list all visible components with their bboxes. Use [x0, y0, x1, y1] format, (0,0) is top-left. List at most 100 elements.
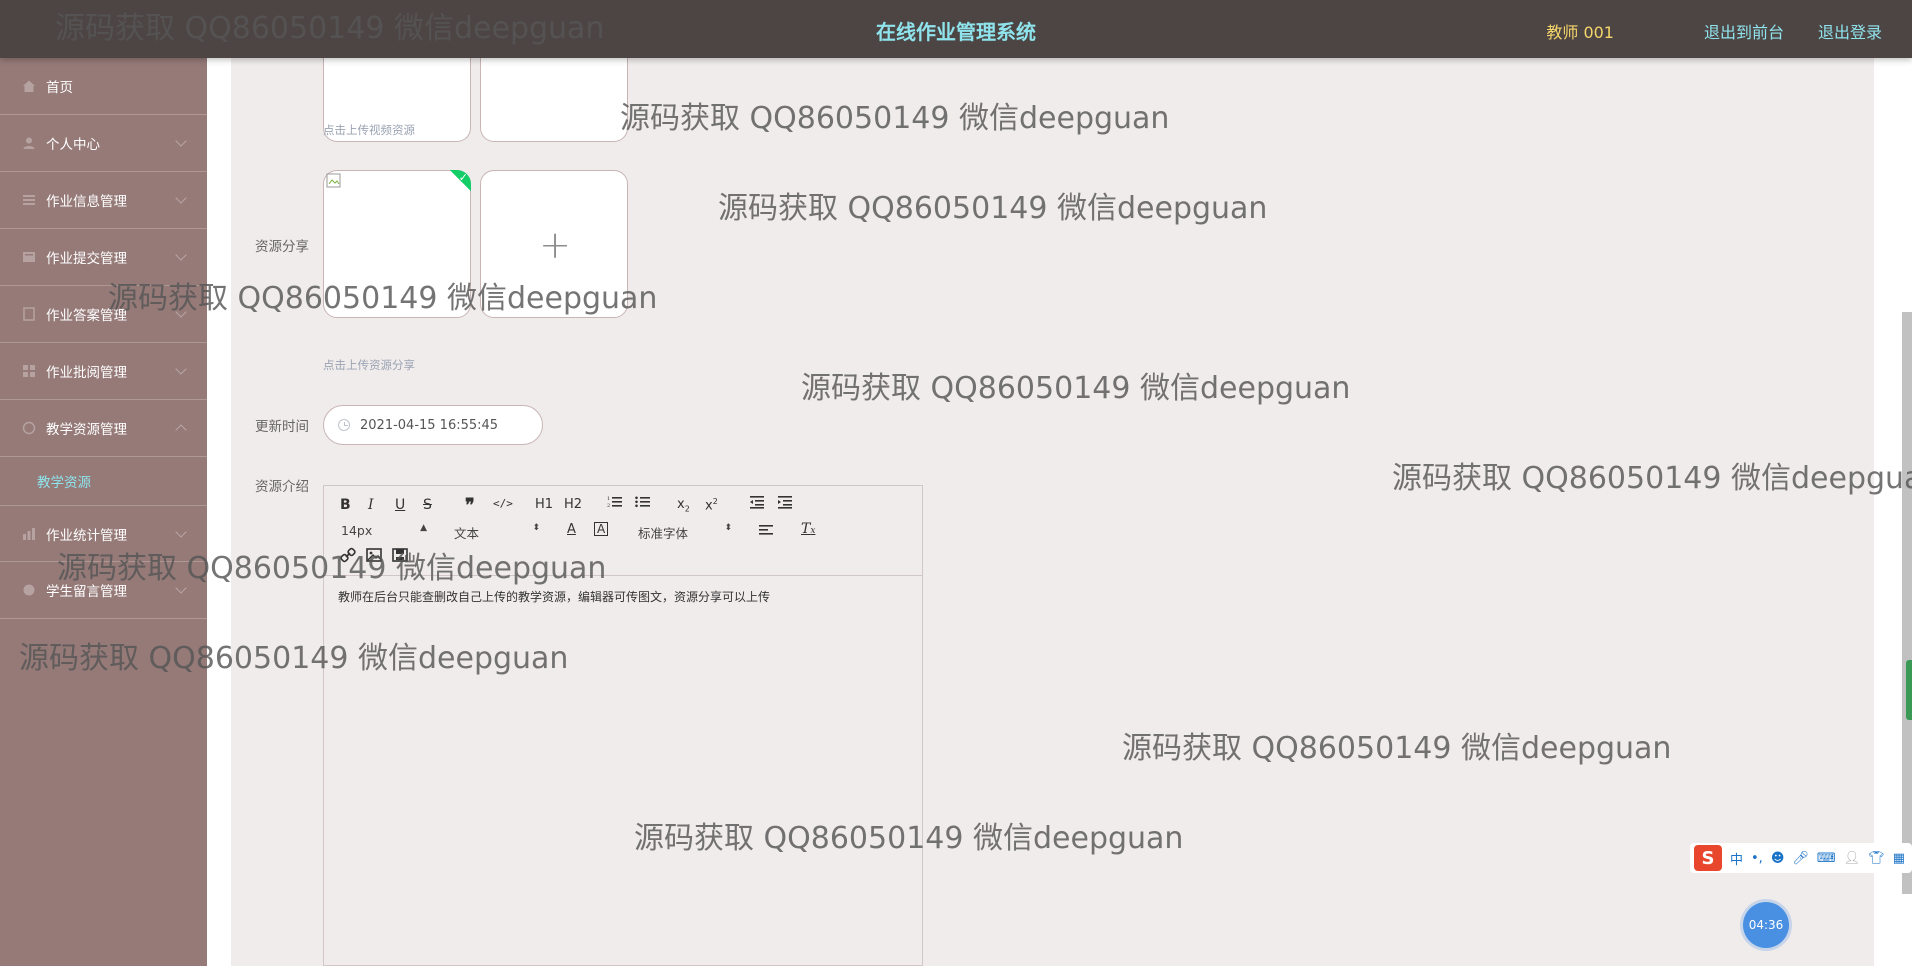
share-upload-hint: 点击上传资源分享 — [323, 358, 415, 372]
indent-icon[interactable] — [777, 495, 793, 513]
broken-image-icon — [326, 173, 342, 193]
chevron-down-icon — [175, 526, 187, 538]
sidebar-item-label: 学生留言管理 — [46, 584, 127, 600]
sidebar-item-profile[interactable]: 个人中心 — [0, 115, 207, 172]
content-gutter — [207, 58, 231, 966]
grid-icon — [22, 364, 36, 378]
app-title: 在线作业管理系统 — [876, 20, 1036, 44]
code-button[interactable]: </> — [493, 497, 513, 510]
logout-link[interactable]: 退出登录 — [1818, 19, 1882, 43]
skin-icon[interactable]: 👕︎ — [1868, 851, 1885, 866]
block-type-select[interactable]: 文本 ⬍ — [454, 523, 540, 542]
sidebar-subitem-teaching-resource[interactable]: 教学资源 — [0, 457, 207, 505]
chevron-down-icon — [175, 135, 187, 147]
keyboard-icon[interactable]: ⌨ — [1817, 851, 1836, 866]
heading1-button[interactable]: H1 — [535, 497, 553, 512]
user-icon — [22, 136, 36, 150]
svg-text:2: 2 — [607, 503, 610, 509]
sidebar-item-homework-submit[interactable]: 作业提交管理 — [0, 229, 207, 286]
message-icon — [22, 583, 36, 597]
sidebar-item-homework-answer[interactable]: 作业答案管理 — [0, 286, 207, 343]
sidebar-item-label: 作业答案管理 — [46, 308, 127, 324]
chevron-down-icon — [175, 249, 187, 261]
sidebar-item-label: 作业批阅管理 — [46, 365, 127, 381]
sidebar-item-homework-review[interactable]: 作业批阅管理 — [0, 343, 207, 400]
outdent-icon[interactable] — [749, 495, 765, 513]
align-icon[interactable] — [758, 523, 774, 541]
clear-format-button[interactable]: Tx — [801, 521, 815, 537]
select-arrows-icon: ⬍ — [532, 523, 540, 533]
side-floating-tab[interactable] — [1906, 660, 1912, 720]
document-icon — [22, 307, 36, 321]
user-icon[interactable]: 👤︎ — [1844, 851, 1861, 866]
page-scrollbar[interactable] — [1902, 312, 1912, 894]
punctuation-icon[interactable]: •, — [1751, 851, 1763, 866]
bullet-list-icon[interactable] — [635, 495, 651, 513]
font-family-value: 标准字体 — [638, 526, 689, 541]
sogou-logo-icon[interactable]: S — [1694, 845, 1722, 871]
underline-button[interactable]: U — [395, 497, 405, 513]
recording-timer[interactable]: 04:36 — [1743, 902, 1789, 948]
sidebar-item-label: 个人中心 — [46, 137, 100, 153]
sidebar-item-label: 首页 — [46, 80, 73, 96]
video-icon[interactable] — [392, 547, 408, 567]
heading2-button[interactable]: H2 — [564, 497, 582, 512]
sidebar-item-label: 作业提交管理 — [46, 251, 127, 267]
block-type-value: 文本 — [454, 526, 480, 541]
editor-content[interactable]: 教师在后台只能查删改自己上传的教学资源，编辑器可传图文，资源分享可以上传 — [324, 576, 922, 617]
select-arrows-icon: ⬍ — [724, 523, 732, 533]
bold-button[interactable]: B — [340, 497, 351, 513]
share-label: 资源分享 — [255, 239, 309, 255]
upload-success-icon: ✓ — [441, 170, 471, 200]
ordered-list-icon[interactable]: 12 — [607, 495, 623, 513]
blockquote-button[interactable]: ❞ — [465, 495, 475, 516]
strike-button[interactable]: S — [423, 497, 432, 513]
svg-text:1: 1 — [607, 496, 610, 502]
font-color-button[interactable]: A — [567, 522, 576, 537]
superscript-button[interactable]: x2 — [705, 497, 718, 513]
chevron-down-icon — [175, 192, 187, 204]
back-to-front-link[interactable]: 退出到前台 — [1704, 19, 1784, 43]
italic-button[interactable]: I — [368, 497, 374, 513]
font-size-select[interactable]: 14px ▲ — [341, 523, 427, 538]
sidebar: 首页 个人中心 作业信息管理 作业提交管理 作业答案管理 作业批阅管理 教学资源… — [0, 58, 207, 966]
background-color-button[interactable]: A — [594, 522, 609, 536]
toolbox-icon[interactable]: ▦ — [1893, 851, 1905, 866]
list-icon — [22, 193, 36, 207]
sidebar-item-label: 作业统计管理 — [46, 527, 127, 544]
chart-icon — [22, 527, 36, 541]
chevron-down-icon — [175, 582, 187, 594]
intro-label: 资源介绍 — [255, 479, 309, 495]
video-upload-hint: 点击上传视频资源 — [323, 123, 415, 137]
image-icon[interactable] — [366, 547, 382, 567]
microphone-icon[interactable]: 🎤︎ — [1792, 851, 1809, 866]
sidebar-item-homework-info[interactable]: 作业信息管理 — [0, 172, 207, 229]
editor-toolbar: B I U S ❞ </> H1 H2 12 x2 x2 14px ▲ 文本 ⬍… — [324, 486, 922, 576]
sidebar-item-home[interactable]: 首页 — [0, 58, 207, 115]
font-family-select[interactable]: 标准字体 ⬍ — [638, 523, 732, 542]
sidebar-item-student-messages[interactable]: 学生留言管理 — [0, 562, 207, 619]
share-uploaded-image[interactable]: ✓ — [323, 170, 471, 318]
select-arrows-icon: ▲ — [420, 523, 427, 533]
home-icon — [22, 79, 36, 93]
ime-language-toggle[interactable]: 中 — [1730, 849, 1743, 868]
update-time-label: 更新时间 — [255, 419, 309, 435]
share-upload-add-button[interactable]: + — [480, 170, 628, 318]
link-icon[interactable] — [340, 547, 356, 567]
subscript-button[interactable]: x2 — [677, 497, 690, 514]
update-time-value: 2021-04-15 16:55:45 — [360, 417, 499, 433]
clock-icon — [338, 419, 350, 431]
sidebar-item-label: 教学资源管理 — [46, 422, 127, 438]
font-size-value: 14px — [341, 523, 373, 538]
folder-icon — [22, 250, 36, 264]
chevron-down-icon — [175, 363, 187, 375]
plus-icon: + — [539, 223, 571, 267]
emoji-icon[interactable]: ☻ — [1771, 851, 1785, 866]
video-upload-add-button[interactable] — [480, 48, 628, 142]
sidebar-item-homework-stats[interactable]: 作业统计管理 — [0, 505, 207, 562]
sidebar-item-teaching-resources[interactable]: 教学资源管理 — [0, 400, 207, 457]
sidebar-item-label: 作业信息管理 — [46, 194, 127, 210]
chevron-up-icon — [175, 424, 187, 436]
update-time-input[interactable]: 2021-04-15 16:55:45 — [323, 405, 543, 445]
rich-text-editor[interactable]: B I U S ❞ </> H1 H2 12 x2 x2 14px ▲ 文本 ⬍… — [323, 485, 923, 966]
